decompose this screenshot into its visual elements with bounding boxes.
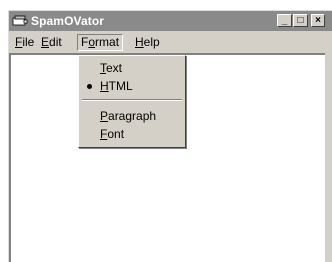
maximize-icon: □ bbox=[297, 15, 304, 26]
minimize-icon: _ bbox=[281, 15, 288, 26]
menu-edit[interactable]: Edit bbox=[38, 34, 65, 51]
format-menu-item-paragraph[interactable]: Paragraph bbox=[81, 107, 183, 125]
minimize-button[interactable]: _ bbox=[277, 14, 292, 27]
format-dropdown-menu: Text HTML Paragraph Font bbox=[78, 55, 186, 148]
radio-bullet-icon bbox=[87, 84, 92, 89]
format-menu-item-text[interactable]: Text bbox=[81, 59, 183, 77]
format-menu-item-label: Font bbox=[100, 127, 125, 141]
title-bar[interactable]: SpamOVator _ □ × bbox=[9, 11, 332, 31]
maximize-button[interactable]: □ bbox=[293, 14, 308, 27]
window-title: SpamOVator bbox=[31, 14, 105, 28]
format-menu-item-font[interactable]: Font bbox=[81, 125, 183, 143]
format-menu-item-html[interactable]: HTML bbox=[81, 77, 183, 95]
format-menu-item-label: Paragraph bbox=[100, 109, 157, 123]
close-icon: × bbox=[315, 15, 321, 26]
menu-format[interactable]: Format bbox=[77, 34, 124, 51]
menu-bar: File Edit Format Help bbox=[9, 31, 332, 53]
close-button[interactable]: × bbox=[311, 14, 325, 27]
menu-separator bbox=[82, 99, 182, 101]
format-menu-item-label: HTML bbox=[100, 79, 133, 93]
menu-help[interactable]: Help bbox=[132, 34, 163, 51]
format-menu-item-label: Text bbox=[100, 61, 123, 75]
menu-file[interactable]: File bbox=[12, 34, 37, 51]
app-icon bbox=[12, 15, 28, 26]
